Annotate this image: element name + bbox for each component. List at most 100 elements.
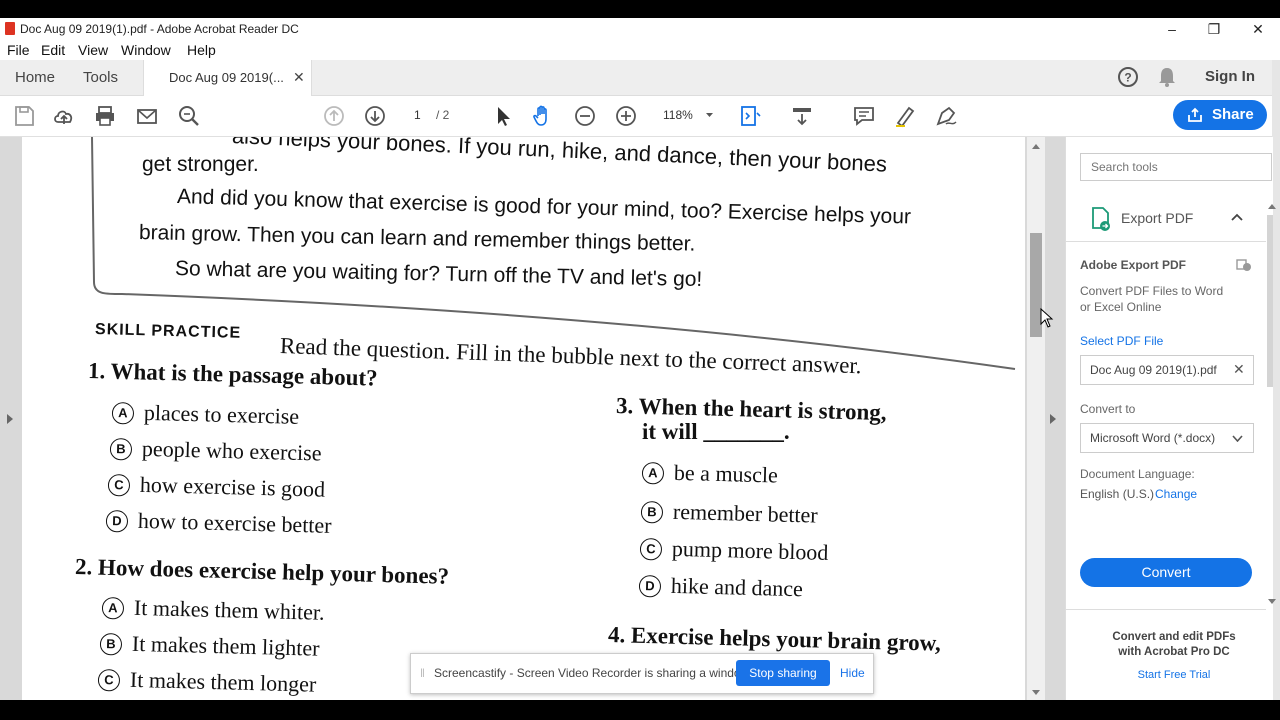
close-window-button[interactable]: ✕ (1238, 18, 1278, 40)
help-icon[interactable]: ? (1117, 66, 1139, 88)
remove-file-icon[interactable]: ✕ (1233, 361, 1245, 378)
window-title: Doc Aug 09 2019(1).pdf - Adobe Acrobat R… (20, 22, 299, 36)
menu-help[interactable]: Help (187, 42, 216, 58)
convert-button[interactable]: Convert (1080, 558, 1252, 587)
close-tab-icon[interactable]: ✕ (293, 69, 305, 86)
document-language-label: Document Language: (1080, 467, 1195, 481)
passage-line-1: get stronger. (142, 153, 259, 176)
q3-option-c: Cpump more blood (639, 535, 829, 566)
pdf-file-icon (5, 22, 15, 35)
q3-option-d: Dhike and dance (638, 572, 803, 602)
document-scrollbar[interactable] (1027, 137, 1045, 700)
page-total: / 2 (436, 108, 450, 122)
menu-file[interactable]: File (7, 42, 30, 58)
selected-file-field[interactable]: Doc Aug 09 2019(1).pdf ✕ (1080, 355, 1254, 385)
bubble-c[interactable]: C (107, 474, 131, 497)
sign-pen-icon[interactable] (934, 104, 958, 128)
scroll-mode-icon[interactable] (790, 104, 814, 128)
question-2: 2. How does exercise help your bones? (74, 554, 450, 589)
tab-tools[interactable]: Tools (83, 69, 118, 86)
mouse-cursor-icon (1040, 308, 1054, 328)
pane-scroll-thumb[interactable] (1267, 215, 1273, 387)
bubble-a[interactable]: A (641, 462, 665, 485)
convert-description-2: or Excel Online (1080, 300, 1162, 314)
adobe-export-title: Adobe Export PDF (1080, 258, 1187, 272)
convert-description-1: Convert PDF Files to Word (1080, 284, 1224, 298)
language-value: English (U.S.) (1080, 487, 1155, 501)
tab-document[interactable]: Doc Aug 09 2019(... ✕ (143, 60, 312, 96)
zoom-level[interactable]: 118% (663, 108, 693, 122)
next-page-icon[interactable] (363, 104, 387, 128)
q3-option-b: Bremember better (640, 498, 818, 529)
format-value: Microsoft Word (*.docx) (1090, 431, 1216, 445)
bubble-c[interactable]: C (639, 538, 663, 561)
zoom-dropdown-chevron-icon[interactable] (705, 111, 714, 120)
search-icon[interactable] (177, 104, 201, 128)
bubble-a[interactable]: A (111, 402, 135, 425)
upload-cloud-icon[interactable] (52, 104, 76, 128)
export-pdf-header[interactable]: Export PDF (1066, 197, 1266, 241)
sharing-message: Screencastify - Screen Video Recorder is… (434, 666, 752, 680)
bubble-b[interactable]: B (109, 438, 133, 461)
format-select[interactable]: Microsoft Word (*.docx) (1080, 423, 1254, 453)
share-button[interactable]: Share (1173, 100, 1267, 130)
svg-text:?: ? (1124, 71, 1131, 85)
menu-window[interactable]: Window (121, 42, 171, 58)
q2-option-a: A It makes them whiter. (101, 594, 325, 626)
bubble-c[interactable]: C (97, 669, 121, 692)
change-language-link[interactable]: Change (1155, 487, 1197, 501)
hand-tool-icon[interactable] (531, 104, 555, 128)
q2-option-b: B It makes them lighter (99, 630, 320, 662)
sign-in-link[interactable]: Sign In (1205, 68, 1255, 85)
save-icon[interactable] (12, 104, 36, 128)
question-3-line-2: it will _______. (642, 419, 790, 444)
bell-icon[interactable] (1157, 66, 1177, 88)
stop-sharing-button[interactable]: Stop sharing (736, 660, 830, 686)
bubble-d[interactable]: D (105, 510, 129, 533)
highlight-pen-icon[interactable] (893, 104, 917, 128)
maximize-button[interactable]: ❐ (1194, 18, 1234, 40)
right-pane-toggle-icon[interactable] (1049, 414, 1057, 424)
left-pane-toggle-icon[interactable] (6, 414, 14, 424)
menu-view[interactable]: View (78, 42, 108, 58)
start-free-trial-link[interactable]: Start Free Trial (1066, 669, 1280, 681)
file-name: Doc Aug 09 2019(1).pdf (1090, 363, 1217, 377)
menu-edit[interactable]: Edit (41, 42, 65, 58)
scroll-up-arrow-icon[interactable] (1031, 142, 1041, 150)
search-tools-input[interactable] (1080, 153, 1272, 181)
comment-icon[interactable] (852, 104, 876, 128)
page-number-input[interactable]: 1 (414, 108, 421, 122)
hide-button[interactable]: Hide (840, 666, 865, 680)
bubble-b[interactable]: B (99, 633, 123, 656)
pane-scroll-down-icon[interactable] (1268, 599, 1276, 605)
tab-document-label: Doc Aug 09 2019(... (169, 70, 284, 85)
tab-home[interactable]: Home (15, 69, 55, 86)
bubble-a[interactable]: A (101, 597, 125, 620)
collapse-chevron-icon[interactable] (1231, 213, 1243, 221)
bubble-b[interactable]: B (640, 501, 664, 524)
convert-button-label: Convert (1141, 564, 1191, 580)
export-pdf-title: Export PDF (1121, 210, 1194, 226)
q1-option-a: Aplaces to exercise (111, 399, 299, 430)
select-cursor-icon[interactable] (491, 104, 515, 128)
q3-option-a: Abe a muscle (641, 459, 778, 489)
share-label: Share (1212, 106, 1254, 123)
previous-page-icon[interactable] (322, 104, 346, 128)
pane-scroll-up-icon[interactable] (1268, 203, 1276, 209)
zoom-out-icon[interactable] (573, 104, 597, 128)
print-icon[interactable] (93, 104, 117, 128)
q1-option-b: Bpeople who exercise (109, 435, 322, 467)
bubble-d[interactable]: D (638, 575, 662, 598)
tools-pane: Export PDF Adobe Export PDF Convert PDF … (1065, 137, 1276, 700)
zoom-in-icon[interactable] (614, 104, 638, 128)
chevron-down-icon (1232, 435, 1243, 442)
stop-sharing-label: Stop sharing (749, 666, 817, 680)
email-icon[interactable] (135, 104, 159, 128)
share-icon (1188, 107, 1202, 122)
fit-page-icon[interactable] (739, 104, 763, 128)
minimize-button[interactable]: – (1152, 18, 1192, 40)
scroll-down-arrow-icon[interactable] (1031, 689, 1041, 697)
drag-handle-icon[interactable]: ‖ (420, 666, 425, 680)
select-pdf-file-link[interactable]: Select PDF File (1080, 334, 1163, 348)
pdf-page: also helps your bones. If you run, hike,… (22, 137, 1025, 700)
